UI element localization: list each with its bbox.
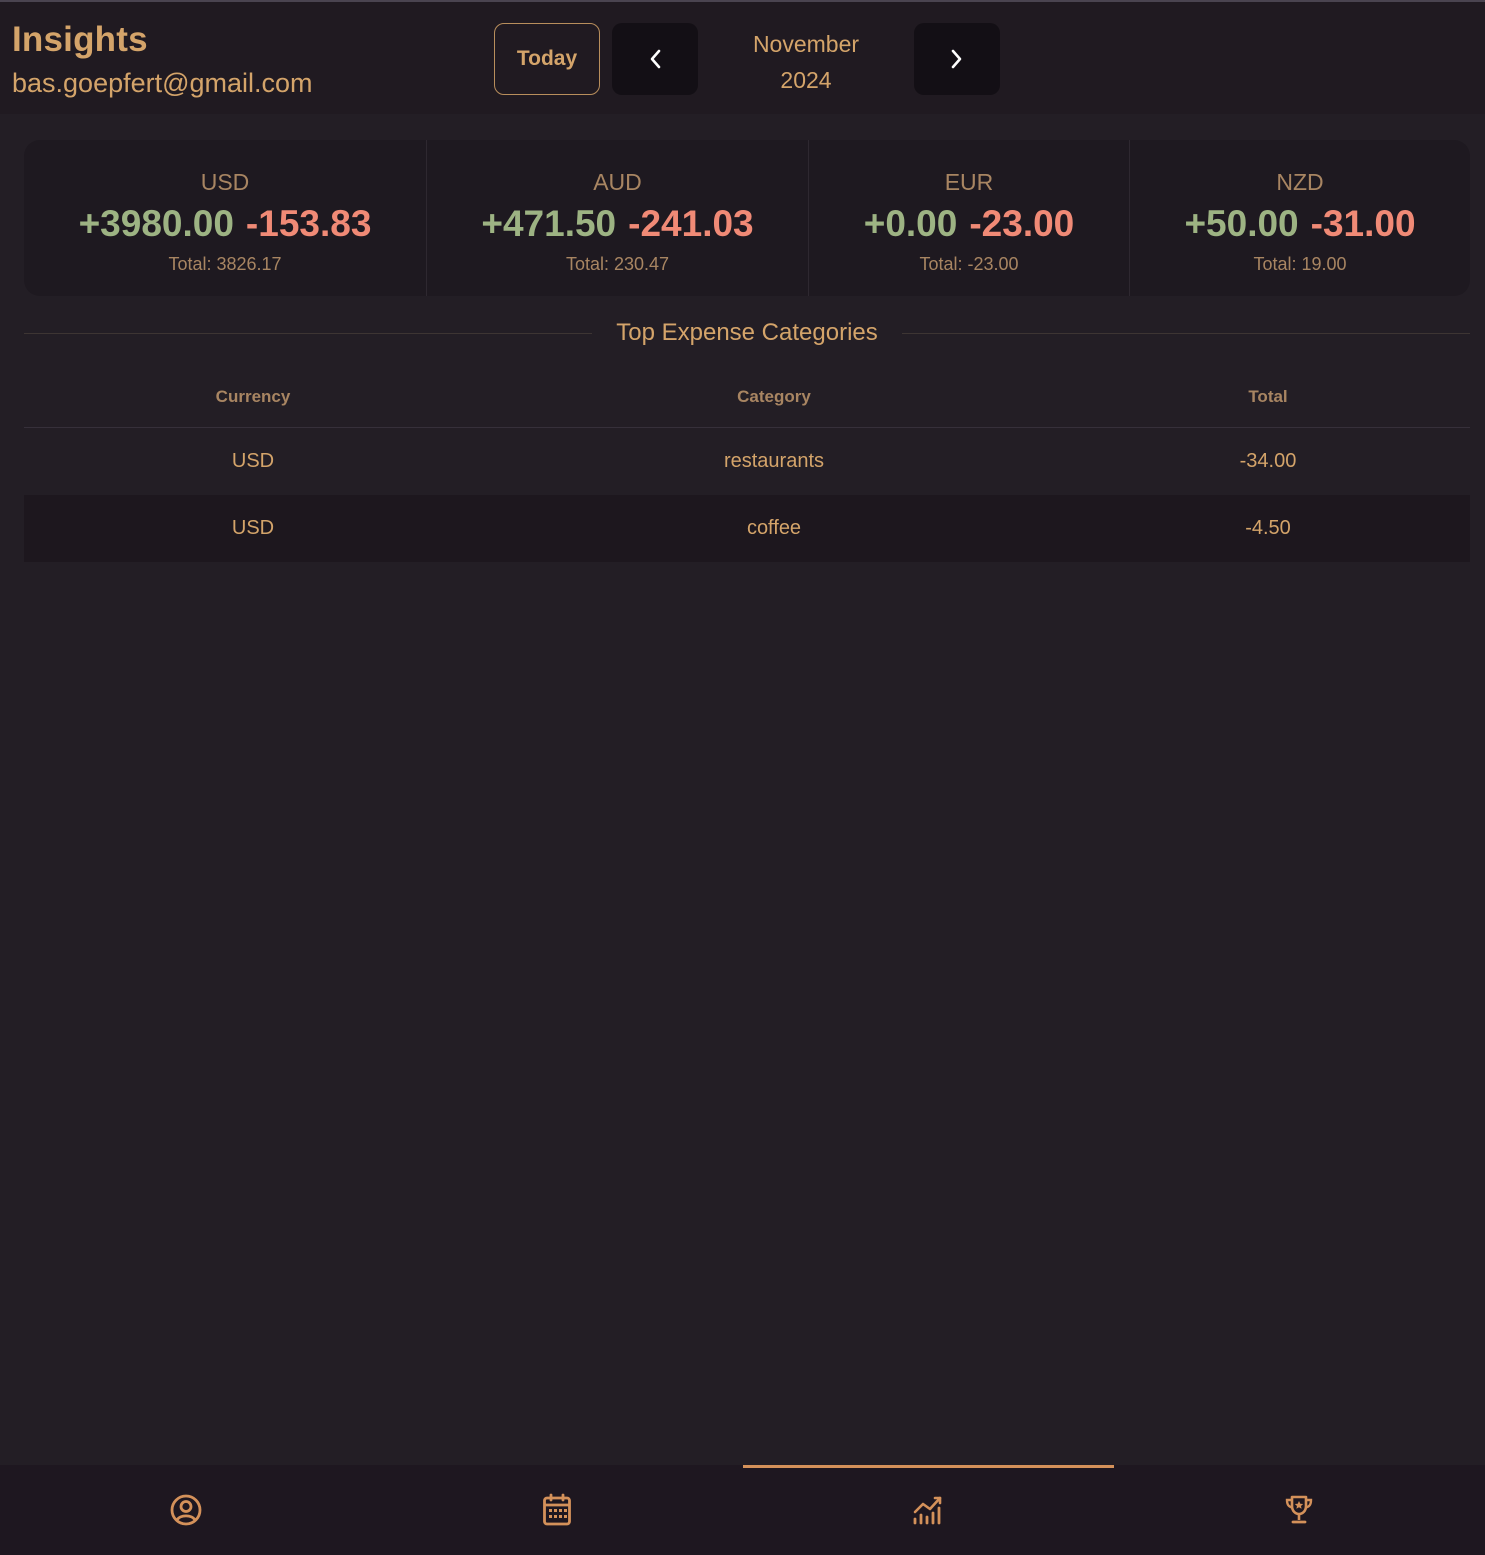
- currency-total: Total: 3826.17: [168, 254, 282, 274]
- page-title: Insights: [12, 20, 148, 59]
- currency-code: AUD: [593, 169, 642, 195]
- table-row[interactable]: USD restaurants -34.00: [24, 428, 1470, 495]
- top-expenses-table: Currency Category Total USD restaurants …: [24, 366, 1470, 562]
- income-value: +50.00: [1184, 203, 1299, 244]
- cell-currency: USD: [231, 450, 275, 472]
- currency-summary: USD +3980.00 -153.83 Total: 3826.17 AUD …: [24, 140, 1470, 296]
- currency-code: EUR: [944, 169, 994, 195]
- today-button[interactable]: Today: [494, 23, 600, 95]
- currency-values: +50.00 -31.00: [1184, 204, 1415, 244]
- nav-insights[interactable]: [742, 1465, 1115, 1555]
- column-header-total[interactable]: Total: [1066, 387, 1470, 407]
- nav-profile[interactable]: [0, 1465, 371, 1555]
- month-label: November 2024: [706, 26, 906, 98]
- currency-code: USD: [200, 169, 250, 195]
- nav-achievements[interactable]: [1114, 1465, 1485, 1555]
- header: Insights bas.goepfert@gmail.com Today No…: [0, 2, 1485, 114]
- cell-category: restaurants: [723, 450, 825, 472]
- divider-right: [901, 332, 1470, 334]
- cell-currency: USD: [231, 517, 275, 539]
- section-title: Top Expense Categories: [616, 319, 878, 346]
- expense-value: -31.00: [1310, 203, 1416, 244]
- currency-card-usd: USD +3980.00 -153.83 Total: 3826.17: [24, 140, 427, 296]
- previous-month-button[interactable]: [612, 23, 698, 95]
- currency-card-nzd: NZD +50.00 -31.00 Total: 19.00: [1130, 140, 1470, 296]
- currency-total: Total: 230.47: [565, 254, 670, 274]
- currency-card-eur: EUR +0.00 -23.00 Total: -23.00: [809, 140, 1130, 296]
- currency-total: Total: 19.00: [1253, 254, 1347, 274]
- cell-category: coffee: [746, 517, 802, 539]
- table-row[interactable]: USD coffee -4.50: [24, 495, 1470, 562]
- month-year: 2024: [780, 67, 832, 93]
- trophy-icon: [1286, 1495, 1313, 1524]
- next-month-button[interactable]: [914, 23, 1000, 95]
- expense-value: -153.83: [245, 203, 372, 244]
- expense-value: -241.03: [628, 203, 754, 244]
- profile-icon: [170, 1494, 202, 1526]
- currency-code: NZD: [1276, 169, 1324, 195]
- income-value: +3980.00: [78, 203, 234, 244]
- table-header: Currency Category Total: [24, 366, 1470, 428]
- cell-total: -34.00: [1239, 450, 1297, 472]
- income-value: +0.00: [863, 203, 958, 244]
- chevron-left-icon: [650, 49, 661, 69]
- insights-chart-icon: [913, 1496, 942, 1525]
- calendar-icon: [542, 1493, 571, 1526]
- currency-values: +0.00 -23.00: [864, 204, 1075, 244]
- chevron-right-icon: [951, 49, 962, 69]
- bottom-navigation: [0, 1465, 1485, 1555]
- divider-left: [24, 332, 593, 334]
- nav-calendar[interactable]: [371, 1465, 742, 1555]
- column-header-category[interactable]: Category: [482, 387, 1066, 407]
- currency-total: Total: -23.00: [919, 254, 1019, 274]
- month-name: November: [752, 31, 860, 57]
- currency-values: +3980.00 -153.83: [79, 204, 372, 244]
- expense-value: -23.00: [969, 203, 1075, 244]
- currency-values: +471.50 -241.03: [481, 204, 753, 244]
- top-expenses-heading: Top Expense Categories: [24, 316, 1470, 350]
- income-value: +471.50: [481, 203, 617, 244]
- cell-total: -4.50: [1245, 517, 1291, 539]
- user-email: bas.goepfert@gmail.com: [12, 68, 313, 98]
- column-header-currency[interactable]: Currency: [24, 387, 482, 407]
- currency-card-aud: AUD +471.50 -241.03 Total: 230.47: [427, 140, 809, 296]
